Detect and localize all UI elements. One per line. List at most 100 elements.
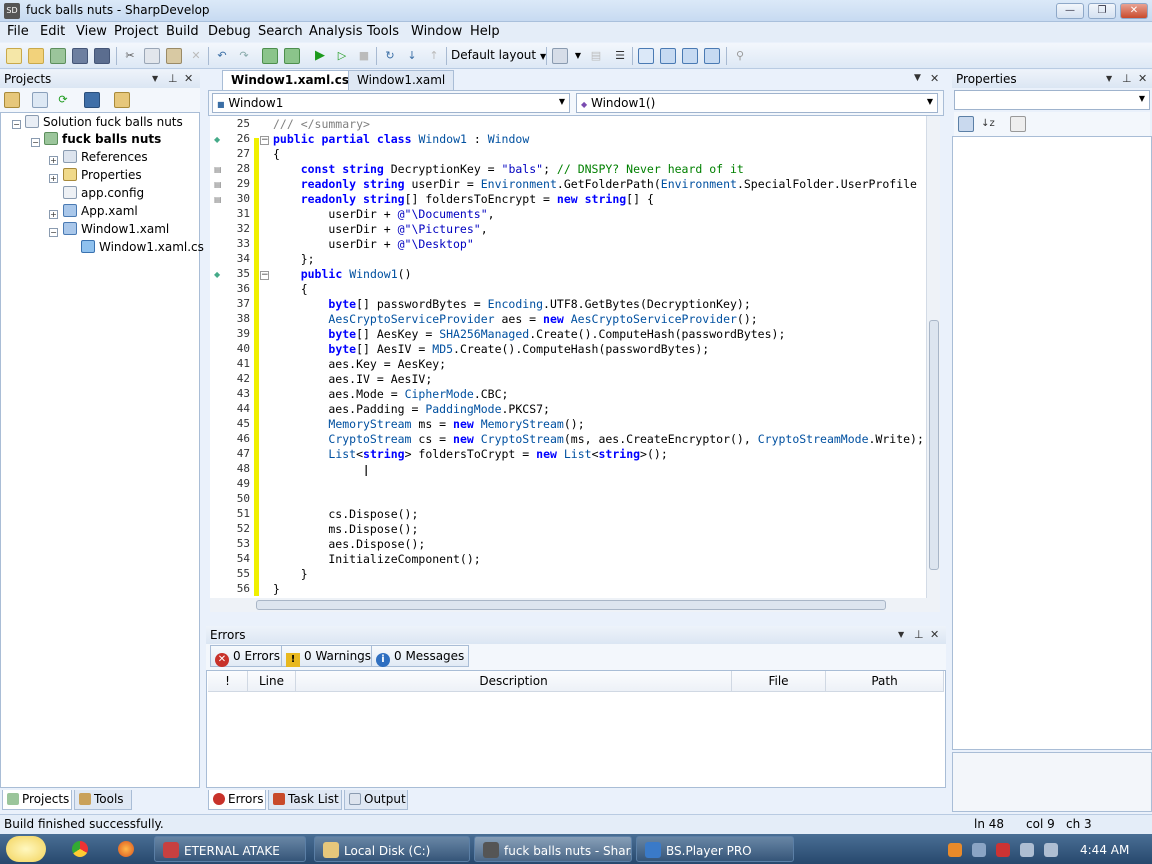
close-icon[interactable]: ✕: [1138, 72, 1147, 85]
comment-icon[interactable]: ▤: [588, 48, 604, 64]
paste-icon[interactable]: [166, 48, 182, 64]
indent-icon[interactable]: ☰: [612, 48, 628, 64]
rebuild-icon[interactable]: [284, 48, 300, 64]
close-icon[interactable]: ✕: [930, 628, 939, 641]
start-button[interactable]: [6, 836, 46, 862]
categorized-icon[interactable]: [958, 116, 974, 132]
add-item-icon[interactable]: [4, 92, 20, 108]
chevron-down-icon[interactable]: ▼: [914, 73, 921, 83]
open-project-icon[interactable]: [50, 48, 66, 64]
menu-search[interactable]: Search: [258, 24, 303, 39]
tab-window1-xaml[interactable]: Window1.xaml: [348, 70, 455, 90]
fold-toggle[interactable]: −: [260, 271, 269, 280]
menu-edit[interactable]: Edit: [40, 24, 65, 39]
tray-network-icon[interactable]: [972, 843, 986, 857]
sort-alphabetical-icon[interactable]: ↓z: [980, 116, 996, 132]
tree-item-app-config[interactable]: app.config: [63, 186, 144, 202]
tree-item-solution[interactable]: Solution fuck balls nuts: [25, 115, 183, 131]
step-out-icon[interactable]: ↑: [426, 48, 442, 64]
pin-icon[interactable]: ⊥: [1122, 72, 1132, 85]
tree-item-app-xaml[interactable]: App.xaml: [63, 204, 138, 220]
pin-icon[interactable]: ⊥: [168, 72, 178, 85]
tree-expander[interactable]: −: [31, 138, 40, 147]
step-over-icon[interactable]: ↻: [382, 48, 398, 64]
open-folder-icon[interactable]: [114, 92, 130, 108]
tab-projects[interactable]: Projects: [2, 790, 72, 810]
taskbar-item-sharpdevelop[interactable]: fuck balls nuts - Shar...: [474, 836, 632, 862]
tray-search-icon[interactable]: [948, 843, 962, 857]
find-in-files-icon[interactable]: [552, 48, 568, 64]
chevron-down-icon[interactable]: ▼: [152, 74, 158, 83]
code-editor[interactable]: ◆ ▤ ▤ ▤ ◆ − − 25 26 27 28 29 30 31 32 33 34 35 36 37…: [210, 116, 926, 598]
save-icon[interactable]: [72, 48, 88, 64]
chevron-down-icon[interactable]: ▼: [1106, 74, 1112, 83]
menu-window[interactable]: Window: [411, 24, 462, 39]
chevron-down-icon[interactable]: ▼: [570, 48, 586, 64]
chevron-down-icon[interactable]: ▼: [898, 630, 904, 639]
refresh-icon[interactable]: ⟳: [55, 92, 71, 108]
fold-toggle[interactable]: −: [260, 136, 269, 145]
tray-volume-icon[interactable]: [1044, 843, 1058, 857]
tab-task-list[interactable]: Task List: [268, 790, 342, 810]
class-combo[interactable]: ■ Window1 ▼: [212, 93, 570, 113]
scroll-thumb[interactable]: [256, 600, 886, 610]
column-header-line[interactable]: Line: [248, 671, 296, 692]
tray-alert-icon[interactable]: [996, 843, 1010, 857]
copy-icon[interactable]: [144, 48, 160, 64]
firefox-icon[interactable]: [118, 841, 134, 857]
bookmark-clear-icon[interactable]: [704, 48, 720, 64]
taskbar-clock[interactable]: 4:44 AM: [1080, 843, 1129, 857]
undo-icon[interactable]: ↶: [214, 48, 230, 64]
tab-tools[interactable]: Tools: [74, 790, 132, 810]
taskbar-item-eternal-atake[interactable]: ETERNAL ATAKE: [154, 836, 306, 862]
tree-item-properties[interactable]: Properties: [63, 168, 142, 184]
menu-project[interactable]: Project: [114, 24, 158, 39]
properties-object-combo[interactable]: ▼: [954, 90, 1150, 110]
search-icon[interactable]: ⚲: [732, 48, 748, 64]
tree-expander[interactable]: +: [49, 174, 58, 183]
collapse-all-icon[interactable]: [32, 92, 48, 108]
tree-expander[interactable]: +: [49, 210, 58, 219]
layout-dropdown[interactable]: Default layout ▼: [451, 48, 546, 62]
close-icon[interactable]: ✕: [930, 72, 939, 85]
menu-help[interactable]: Help: [470, 24, 500, 39]
maximize-button[interactable]: ❐: [1088, 3, 1116, 19]
taskbar-item-bsplayer[interactable]: BS.Player PRO: [636, 836, 794, 862]
taskbar-item-local-disk[interactable]: Local Disk (C:): [314, 836, 470, 862]
column-header-severity[interactable]: !: [208, 671, 248, 692]
build-icon[interactable]: [262, 48, 278, 64]
editor-vertical-scrollbar[interactable]: [926, 116, 940, 598]
tab-output[interactable]: Output: [344, 790, 408, 810]
bookmark-previous-icon[interactable]: [660, 48, 676, 64]
tree-item-references[interactable]: References: [63, 150, 148, 166]
tree-item-window1-xaml-cs[interactable]: Window1.xaml.cs: [81, 240, 204, 256]
step-into-icon[interactable]: ↓: [404, 48, 420, 64]
menu-tools[interactable]: Tools: [367, 24, 399, 39]
redo-icon[interactable]: ↷: [236, 48, 252, 64]
close-icon[interactable]: ✕: [184, 72, 193, 85]
property-pages-icon[interactable]: [1010, 116, 1026, 132]
minimize-button[interactable]: —: [1056, 3, 1084, 19]
save-all-icon[interactable]: [94, 48, 110, 64]
cut-icon[interactable]: ✂: [122, 48, 138, 64]
column-header-path[interactable]: Path: [826, 671, 944, 692]
menu-view[interactable]: View: [76, 24, 107, 39]
menu-build[interactable]: Build: [166, 24, 199, 39]
tab-window1-xaml-cs[interactable]: Window1.xaml.cs*: [222, 70, 365, 90]
warnings-filter-button[interactable]: ! 0 Warnings: [281, 645, 377, 667]
member-combo[interactable]: ◆ Window1() ▼: [576, 93, 938, 113]
tree-item-window1-xaml[interactable]: Window1.xaml: [63, 222, 169, 238]
run-without-debugger-icon[interactable]: ▷: [334, 48, 350, 64]
show-all-files-icon[interactable]: [84, 92, 100, 108]
tree-expander[interactable]: +: [49, 156, 58, 165]
menu-debug[interactable]: Debug: [208, 24, 251, 39]
messages-filter-button[interactable]: i 0 Messages: [371, 645, 470, 667]
column-header-description[interactable]: Description: [296, 671, 732, 692]
bookmark-toggle-icon[interactable]: [638, 48, 654, 64]
tree-expander[interactable]: −: [12, 120, 21, 129]
new-file-icon[interactable]: [6, 48, 22, 64]
pin-icon[interactable]: ⊥: [914, 628, 924, 641]
column-header-file[interactable]: File: [732, 671, 826, 692]
errors-filter-button[interactable]: ✕ 0 Errors: [210, 645, 285, 667]
stop-icon[interactable]: ■: [356, 48, 372, 64]
